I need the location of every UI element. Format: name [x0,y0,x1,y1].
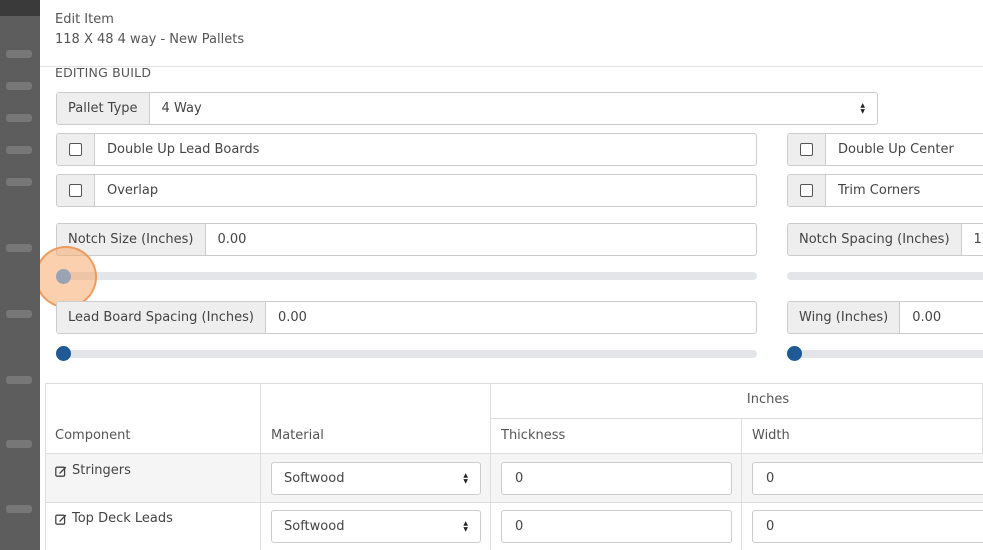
edit-icon [55,466,67,477]
width-input[interactable]: 0 [752,462,983,495]
notch-spacing-input[interactable]: 17. [962,224,983,255]
sort-caret-icon: ▲ ▼ [463,471,468,485]
pallet-type-select[interactable]: 4 Way ▲ ▼ [150,93,877,124]
sort-caret-icon: ▲ ▼ [463,519,468,533]
backdrop-item [6,244,32,252]
checkbox-addon [788,134,826,165]
trim-corners-checkbox[interactable] [800,184,813,197]
modal-subtitle: 118 X 48 4 way - New Pallets [55,32,245,47]
material-value: Softwood [284,519,345,534]
edit-icon [55,514,67,525]
edit-item-modal: Edit Item 118 X 48 4 way - New Pallets E… [40,0,983,550]
wing-label: Wing (Inches) [788,302,901,333]
option-double-up-lead-boards: Double Up Lead Boards [56,133,757,166]
double-up-center-checkbox[interactable] [800,143,813,156]
pallet-type-value: 4 Way [161,101,202,116]
notch-size-group: Notch Size (Inches) 0.00 [56,223,757,256]
material-select[interactable]: Softwood ▲ ▼ [271,462,481,495]
lead-board-spacing-label: Lead Board Spacing (Inches) [57,302,266,333]
components-table: Inches Component Material Thickness Widt… [45,383,983,550]
wing-slider-handle[interactable] [787,346,802,361]
option-double-up-center: Double Up Center [787,133,983,166]
lead-board-spacing-input[interactable]: 0.00 [266,302,756,333]
page-backdrop [0,0,40,550]
width-input[interactable]: 0 [752,510,983,543]
material-select[interactable]: Softwood ▲ ▼ [271,510,481,543]
column-header-thickness: Thickness [501,428,566,443]
component-header-cell [45,384,261,454]
backdrop-item [6,376,32,384]
wing-input[interactable]: 0.00 [900,302,983,333]
option-overlap: Overlap [56,174,757,207]
backdrop-item [6,146,32,154]
backdrop-item [6,50,32,58]
notch-size-slider-handle[interactable] [56,269,71,284]
backdrop-item [6,114,32,122]
notch-size-slider[interactable] [57,272,757,280]
option-label: Trim Corners [838,183,921,198]
backdrop-item [6,505,32,513]
notch-spacing-group: Notch Spacing (Inches) 17. [787,223,983,256]
wing-group: Wing (Inches) 0.00 [787,301,983,334]
option-label: Overlap [107,183,159,198]
checkbox-addon [57,175,95,206]
sort-caret-icon: ▲ ▼ [860,101,865,115]
thickness-input[interactable]: 0 [501,462,732,495]
column-header-material: Material [271,428,324,443]
inches-group-header: Inches [746,392,790,407]
notch-spacing-slider[interactable] [787,272,983,280]
checkbox-addon [57,134,95,165]
option-trim-corners: Trim Corners [787,174,983,207]
table-cell [45,454,261,503]
backdrop-item [6,178,32,186]
modal-header: Edit Item 118 X 48 4 way - New Pallets [40,0,983,67]
section-label: EDITING BUILD [55,65,152,80]
material-value: Softwood [284,471,345,486]
component-name: Stringers [72,463,131,478]
component-edit-link[interactable]: Top Deck Leads [55,511,173,526]
modal-title: Edit Item [55,12,114,27]
lead-board-spacing-slider-handle[interactable] [56,346,71,361]
pallet-type-group: Pallet Type 4 Way ▲ ▼ [56,92,878,125]
component-edit-link[interactable]: Stringers [55,463,131,478]
lead-board-spacing-group: Lead Board Spacing (Inches) 0.00 [56,301,757,334]
backdrop-item [6,310,32,318]
lead-board-spacing-slider[interactable] [57,350,757,358]
overlap-checkbox[interactable] [69,184,82,197]
column-header-component: Component [55,428,131,443]
double-up-lead-boards-checkbox[interactable] [69,143,82,156]
backdrop-item [6,440,32,448]
material-header-cell [261,384,491,454]
pallet-type-label: Pallet Type [57,93,150,124]
backdrop-topbar [0,0,40,16]
notch-size-input[interactable]: 0.00 [206,224,757,255]
option-label: Double Up Lead Boards [107,142,260,157]
option-label: Double Up Center [838,142,954,157]
component-name: Top Deck Leads [72,511,173,526]
backdrop-item [6,82,32,90]
column-header-width: Width [752,428,790,443]
wing-slider[interactable] [787,350,983,358]
thickness-input[interactable]: 0 [501,510,732,543]
notch-spacing-label: Notch Spacing (Inches) [788,224,962,255]
checkbox-addon [788,175,826,206]
